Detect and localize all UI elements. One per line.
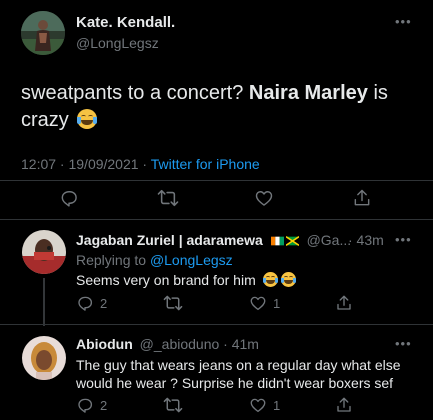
like-button[interactable]: 1 <box>249 396 280 414</box>
retweet-button[interactable] <box>157 188 179 208</box>
reply-time[interactable]: · 43m <box>348 232 384 248</box>
retweet-button[interactable] <box>163 294 183 312</box>
like-icon <box>250 296 266 311</box>
like-count: 1 <box>273 295 281 311</box>
share-button[interactable] <box>335 294 353 312</box>
reply-handle[interactable]: @_abioduno <box>140 336 220 352</box>
like-icon <box>250 398 266 413</box>
retweet-icon <box>163 397 183 413</box>
author-handle[interactable]: @LongLegsz <box>76 35 159 51</box>
like-button[interactable] <box>254 188 274 208</box>
reply-icon <box>61 191 77 207</box>
divider <box>0 180 433 181</box>
reply-display-name[interactable]: Abiodun <box>76 336 133 352</box>
share-icon <box>354 189 370 206</box>
like-button[interactable]: 1 <box>249 294 280 312</box>
tears-of-joy-emoji-icon <box>280 272 296 287</box>
reply-count: 2 <box>100 397 108 413</box>
reply-header: Jagaban Zuriel | adaramewa @Ga... <box>76 232 351 248</box>
reply-button[interactable] <box>59 188 79 208</box>
like-count: 1 <box>273 397 281 413</box>
author-display-name[interactable]: Kate. Kendall. <box>76 14 175 31</box>
reply-handle[interactable]: @Ga... <box>307 232 352 248</box>
retweet-button[interactable] <box>163 396 183 414</box>
tweet-text-part1: sweatpants to a concert? <box>21 82 249 104</box>
reply-time[interactable]: · 41m <box>223 336 259 352</box>
replying-to: Replying to @LongLegsz <box>76 252 233 268</box>
tweet-text: sweatpants to a concert? Naira Marley is… <box>21 80 421 134</box>
share-button[interactable] <box>352 188 372 208</box>
divider <box>0 324 433 325</box>
reply-button[interactable]: 2 <box>76 396 107 414</box>
share-icon <box>337 397 351 412</box>
share-icon <box>337 295 351 310</box>
reply-text-content: Seems very on brand for him <box>76 272 256 288</box>
reply-icon <box>78 398 93 413</box>
tears-of-joy-emoji-icon <box>262 272 278 287</box>
more-dots-icon[interactable]: ••• <box>395 15 412 28</box>
reply-icon <box>78 296 93 311</box>
jamaica-flag-icon <box>285 236 299 246</box>
replying-to-prefix: Replying to <box>76 252 150 268</box>
tweet-text-part2: is <box>367 82 388 104</box>
reply-text-line2: would he wear ? Surprise he didn't wear … <box>76 375 394 391</box>
tweet-text-line2: crazy <box>21 109 69 131</box>
reply-text-line1: The guy that wears jeans on a regular da… <box>76 357 401 373</box>
reply-header: Abiodun @_abioduno · 41m <box>76 336 259 352</box>
reply-text: The guy that wears jeans on a regular da… <box>76 356 401 392</box>
tweet-source[interactable]: Twitter for iPhone <box>151 156 260 172</box>
more-dots-icon[interactable]: ••• <box>395 337 412 350</box>
retweet-icon <box>157 189 179 207</box>
reply-count: 2 <box>100 295 108 311</box>
like-icon <box>255 191 273 206</box>
tweet-text-bold: Naira Marley <box>248 82 368 104</box>
retweet-icon <box>163 295 183 311</box>
ivory-coast-flag-icon <box>270 236 284 246</box>
tears-of-joy-emoji-icon <box>77 109 98 129</box>
thread-line <box>43 278 45 326</box>
author-avatar[interactable] <box>21 11 65 55</box>
tweet-timestamp[interactable]: 12:07 · 19/09/2021 · <box>21 156 151 172</box>
more-dots-icon[interactable]: ••• <box>395 233 412 246</box>
replying-to-handle[interactable]: @LongLegsz <box>150 252 233 268</box>
reply-avatar[interactable] <box>22 336 66 380</box>
reply-avatar[interactable] <box>22 230 66 274</box>
reply-display-name[interactable]: Jagaban Zuriel | adaramewa <box>76 232 263 248</box>
divider <box>0 219 433 220</box>
tweet-meta: 12:07 · 19/09/2021 · Twitter for iPhone <box>21 156 260 172</box>
share-button[interactable] <box>335 396 353 414</box>
reply-button[interactable]: 2 <box>76 294 107 312</box>
reply-text: Seems very on brand for him <box>76 272 296 288</box>
